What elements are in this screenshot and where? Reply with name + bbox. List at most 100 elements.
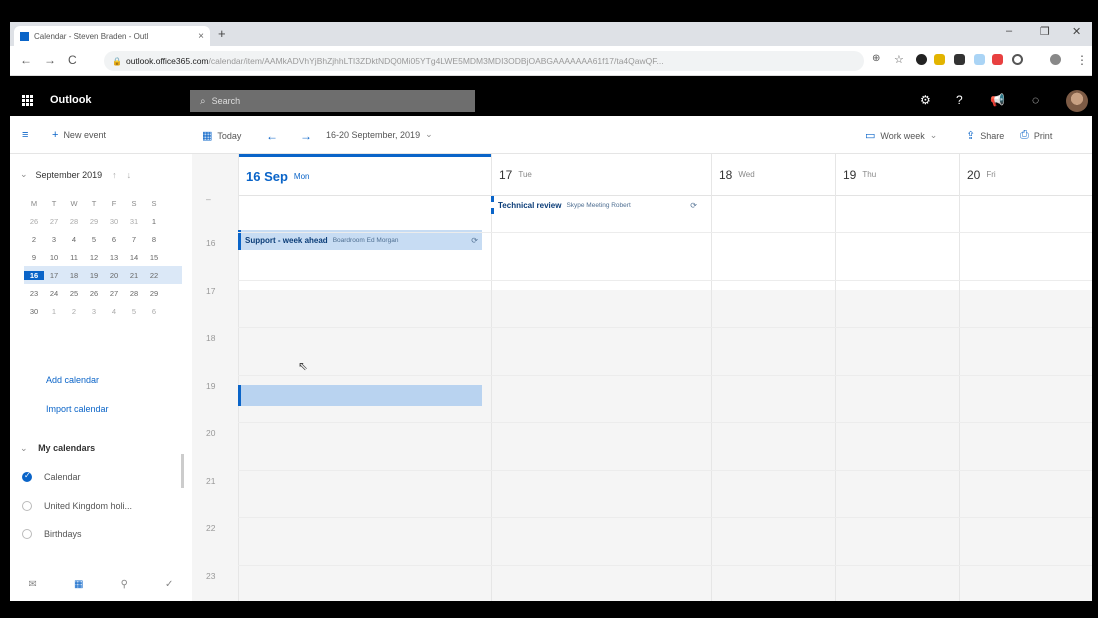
forward-button[interactable]: → (44, 53, 56, 67)
mini-calendar-day[interactable]: 15 (144, 253, 164, 262)
tab-close-icon[interactable]: × (198, 31, 204, 42)
close-window-button[interactable]: ✕ (1072, 25, 1081, 38)
next-month-arrow-icon[interactable]: ↓ (127, 170, 132, 180)
print-button[interactable]: ⎙ Print (1020, 129, 1052, 142)
import-calendar-link[interactable]: Import calendar (46, 404, 109, 414)
bookmark-star-icon[interactable]: ☆ (894, 53, 904, 66)
mini-calendar-day[interactable]: 27 (44, 217, 64, 226)
mini-calendar-day[interactable]: 14 (124, 253, 144, 262)
mini-calendar-day[interactable]: 10 (44, 253, 64, 262)
url-input[interactable]: 🔒 outlook.office365.com /calendar/item/A… (104, 51, 864, 71)
chevron-down-icon[interactable]: ⌄ (20, 169, 28, 180)
browser-tab[interactable]: Calendar - Steven Braden - Outl × (14, 26, 210, 46)
mini-calendar-day[interactable]: 1 (144, 217, 164, 226)
new-event-button[interactable]: + New event (52, 129, 106, 141)
unchecked-circle-icon[interactable] (22, 501, 32, 511)
mini-calendar-day[interactable]: 4 (104, 307, 124, 316)
mini-calendar-day[interactable]: 9 (24, 253, 44, 262)
date-range-picker[interactable]: 16-20 September, 2019 ⌄ (326, 129, 433, 140)
event-technical-review[interactable]: Technical review Skype Meeting Robert ⟳ (491, 196, 701, 214)
notification-bell-icon[interactable]: ◌ (1032, 93, 1039, 107)
mini-calendar-day[interactable]: 4 (64, 235, 84, 244)
mini-calendar-day[interactable]: 6 (144, 307, 164, 316)
mini-calendar-day[interactable]: 20 (104, 271, 124, 280)
mini-calendar-day[interactable]: 3 (84, 307, 104, 316)
mini-calendar-day[interactable]: 29 (84, 217, 104, 226)
mini-calendar-day[interactable]: 23 (24, 289, 44, 298)
my-calendars-header[interactable]: ⌄ My calendars (20, 443, 95, 454)
browser-menu-icon[interactable]: ⋮ (1076, 53, 1088, 67)
extension-icon[interactable] (1012, 54, 1023, 65)
day-header-wed[interactable]: 18 Wed (711, 154, 835, 196)
collapse-pane-icon[interactable]: ≡ (22, 129, 33, 141)
left-pane-scrollbar[interactable] (181, 454, 184, 488)
day-header-thu[interactable]: 19 Thu (835, 154, 959, 196)
people-icon[interactable]: ⚲ (121, 579, 128, 590)
add-calendar-link[interactable]: Add calendar (46, 375, 99, 385)
mini-calendar-day[interactable]: 26 (24, 217, 44, 226)
previous-week-button[interactable]: ← (266, 129, 278, 143)
new-event-selection[interactable] (238, 385, 482, 406)
mini-calendar-day[interactable]: 16 (24, 270, 44, 280)
mini-calendar-day[interactable]: 12 (84, 253, 104, 262)
help-icon[interactable]: ? (956, 93, 963, 107)
mini-calendar-day[interactable]: 28 (124, 289, 144, 298)
back-button[interactable]: ← (20, 53, 32, 67)
mini-calendar-day[interactable]: 27 (104, 289, 124, 298)
mini-calendar-day[interactable]: 22 (144, 271, 164, 280)
mini-calendar-day[interactable]: 30 (104, 217, 124, 226)
mini-calendar-day[interactable]: 31 (124, 217, 144, 226)
avatar[interactable] (1066, 90, 1088, 112)
today-button[interactable]: ▦ Today (202, 129, 241, 142)
checked-circle-icon[interactable] (22, 471, 32, 482)
new-tab-button[interactable]: + (218, 26, 226, 41)
mini-calendar-month[interactable]: September 2019 (36, 170, 103, 180)
calendar-item-calendar[interactable]: Calendar (22, 471, 81, 482)
megaphone-icon[interactable]: 📢 (990, 93, 1005, 107)
calendar-item-uk-holidays[interactable]: United Kingdom holi... (22, 501, 132, 511)
unchecked-circle-icon[interactable] (22, 529, 32, 539)
mini-calendar-day[interactable]: 24 (44, 289, 64, 298)
share-button[interactable]: ⇪ Share (966, 129, 1004, 142)
next-week-button[interactable]: → (300, 129, 312, 143)
mini-calendar-day[interactable]: 26 (84, 289, 104, 298)
outlook-brand[interactable]: Outlook (50, 94, 92, 106)
reload-button[interactable]: C (68, 53, 77, 67)
app-launcher-icon[interactable] (22, 95, 33, 106)
mini-calendar-day[interactable]: 5 (124, 307, 144, 316)
mail-icon[interactable]: ✉ (29, 579, 37, 590)
mini-calendar-day[interactable]: 5 (84, 235, 104, 244)
mini-calendar-day[interactable]: 19 (84, 271, 104, 280)
mini-calendar-day[interactable]: 6 (104, 235, 124, 244)
settings-gear-icon[interactable]: ⚙ (920, 93, 931, 107)
mini-calendar-day[interactable]: 3 (44, 235, 64, 244)
event-support-week-ahead[interactable]: Support - week ahead Boardroom Ed Morgan… (238, 230, 482, 250)
mini-calendar-day[interactable]: 30 (24, 307, 44, 316)
mini-calendar-day[interactable]: 29 (144, 289, 164, 298)
mini-calendar-day[interactable]: 1 (44, 307, 64, 316)
calendar-icon[interactable]: ▦ (74, 579, 83, 590)
extension-icon[interactable] (934, 54, 945, 65)
mini-calendar-day[interactable]: 2 (24, 235, 44, 244)
extension-icon[interactable] (992, 54, 1003, 65)
mini-calendar-day[interactable]: 7 (124, 235, 144, 244)
mini-calendar-day[interactable]: 8 (144, 235, 164, 244)
location-icon[interactable]: ⊕ (872, 53, 880, 64)
extension-icon[interactable] (954, 54, 965, 65)
mini-calendar-day[interactable]: 2 (64, 307, 84, 316)
day-header-mon[interactable]: 16 Sep Mon (238, 154, 491, 196)
day-header-tue[interactable]: 17 Tue (491, 154, 711, 196)
mini-calendar-day[interactable]: 21 (124, 271, 144, 280)
restore-button[interactable]: ❐ (1040, 25, 1050, 38)
todo-check-icon[interactable]: ✓ (165, 579, 173, 590)
extension-icon[interactable] (974, 54, 985, 65)
view-switcher-button[interactable]: ▭ Work week ⌄ (865, 129, 937, 142)
calendar-grid[interactable]: 16 Sep Mon 17 Tue 18 Wed 19 Thu 20 Fri –… (192, 154, 1092, 601)
mini-calendar-day[interactable]: 11 (64, 253, 84, 262)
extension-icon[interactable] (916, 54, 927, 65)
mini-calendar-day[interactable]: 28 (64, 217, 84, 226)
previous-month-arrow-icon[interactable]: ↑ (112, 170, 117, 180)
calendar-item-birthdays[interactable]: Birthdays (22, 529, 82, 539)
mini-calendar-day[interactable]: 17 (44, 271, 64, 280)
mini-calendar-day[interactable]: 18 (64, 271, 84, 280)
